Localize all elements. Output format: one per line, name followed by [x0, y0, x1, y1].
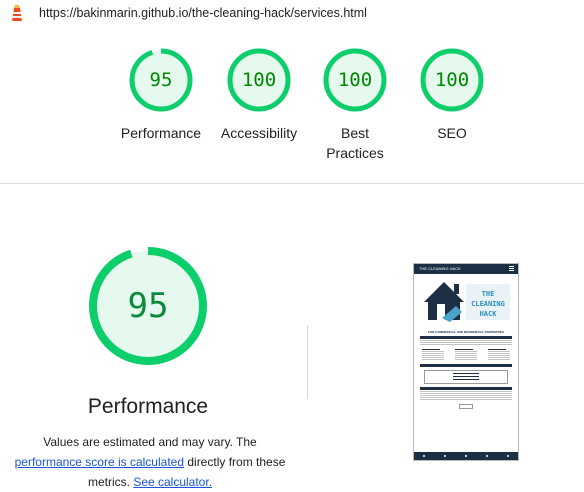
svg-text:CLEANING: CLEANING	[471, 300, 505, 308]
thumb-tagline: FOR COMMERCIAL AND RESIDENTIAL PROPERTIE…	[428, 330, 504, 334]
thumb-text-block	[420, 391, 512, 400]
thumb-logo: THE CLEANING HACK	[414, 274, 518, 330]
svg-text:HACK: HACK	[480, 310, 498, 318]
url-bar: https://bakinmarin.github.io/the-cleanin…	[0, 0, 584, 26]
desc-text: Values are estimated and may vary. The	[43, 435, 257, 449]
gauge-label-seo: SEO	[437, 125, 467, 141]
gauge-score: 95	[149, 69, 173, 91]
gauge-score: 100	[434, 69, 470, 91]
gauge-seo[interactable]: 100	[419, 47, 485, 113]
gauge-best-practices[interactable]: 100	[322, 47, 388, 113]
gauge-label-accessibility: Accessibility	[220, 125, 298, 141]
thumb-cover-box	[424, 370, 508, 384]
thumb-section-bar	[420, 387, 512, 390]
final-screenshot-thumbnail[interactable]: THE CLEANING HACK THE CLEANING HACK FOR …	[413, 263, 519, 461]
thumb-text-block	[420, 340, 512, 345]
thumb-button	[459, 404, 473, 409]
thumb-footer	[414, 452, 518, 460]
score-calculated-link[interactable]: performance score is calculated	[15, 455, 184, 469]
thumb-section-bar	[420, 364, 512, 367]
lighthouse-icon	[12, 5, 22, 21]
hamburger-icon	[509, 266, 514, 271]
performance-gauge-large: 95	[88, 246, 208, 366]
gauge-score: 100	[241, 69, 277, 91]
thumb-nav-title: THE CLEANING HACK	[419, 266, 461, 271]
gauge-label-performance: Performance	[120, 125, 202, 141]
vertical-divider	[307, 325, 308, 399]
see-calculator-link[interactable]: See calculator.	[133, 475, 212, 489]
performance-title: Performance	[87, 395, 209, 418]
svg-text:THE: THE	[482, 290, 495, 298]
thumb-nav: THE CLEANING HACK	[414, 264, 518, 274]
house-logo-icon: THE CLEANING HACK	[424, 282, 510, 322]
page-url[interactable]: https://bakinmarin.github.io/the-cleanin…	[39, 6, 367, 20]
gauge-performance[interactable]: 95	[128, 47, 194, 113]
thumb-columns	[422, 348, 510, 361]
performance-description: Values are estimated and may vary. The p…	[8, 432, 292, 492]
section-divider	[0, 183, 584, 184]
thumb-section-bar	[420, 336, 512, 339]
performance-score: 95	[127, 286, 169, 326]
gauge-accessibility[interactable]: 100	[226, 47, 292, 113]
gauge-score: 100	[337, 69, 373, 91]
gauge-label-best-practices: Best Practices	[326, 125, 384, 161]
